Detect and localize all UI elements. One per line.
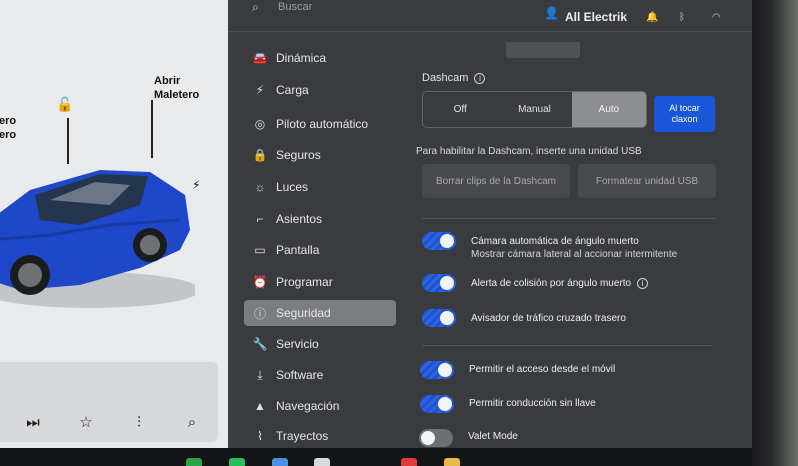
toggle-keyless-drive[interactable]: [420, 395, 454, 413]
equalizer-icon[interactable]: ⫶: [125, 411, 153, 433]
dashcam-option-manual[interactable]: Manual: [497, 92, 571, 127]
nav-item-seguridad[interactable]: ⓘ Seguridad: [244, 300, 396, 326]
nav-item-servicio[interactable]: 🔧 Servicio: [244, 331, 396, 357]
scroll-handle[interactable]: [506, 42, 580, 58]
info-icon[interactable]: i: [474, 73, 486, 84]
media-player-bar: ⏭ ☆ ⫶ ⌕: [0, 362, 218, 442]
bolt-icon: ⚡: [255, 83, 265, 97]
blindspot-alert-label: Alerta de colisión por ángulo muerto i: [471, 277, 649, 290]
bell-icon[interactable]: 🔔: [646, 12, 658, 23]
info-icon[interactable]: i: [637, 278, 649, 289]
open-trunk-label[interactable]: Abrir Maletero: [154, 74, 199, 102]
mobile-access-label: Permitir el acceso desde el móvil: [469, 364, 616, 375]
bottom-dock: [0, 448, 752, 466]
steering-wheel-icon: ◎: [254, 117, 266, 131]
navigation-arrow-icon: ▲: [254, 399, 266, 413]
dashcam-option-off[interactable]: Off: [423, 92, 497, 127]
app-icon[interactable]: [444, 458, 460, 466]
sun-icon: ☼: [254, 180, 266, 194]
alarm-clock-icon: ⏰: [252, 275, 268, 289]
cross-traffic-label: Avisador de tráfico cruzado trasero: [471, 313, 626, 324]
bluetooth-icon[interactable]: ᛒ: [679, 12, 685, 23]
star-icon[interactable]: ☆: [72, 411, 100, 433]
search-icon[interactable]: ⌕: [252, 0, 259, 15]
wifi-icon[interactable]: ◠: [712, 12, 721, 23]
calendar-icon[interactable]: [401, 458, 417, 466]
seat-icon: ⌐: [256, 212, 264, 226]
wrench-icon: 🔧: [252, 337, 268, 351]
screen-bezel: [752, 0, 798, 466]
download-icon: ⤓: [257, 367, 263, 382]
trips-icon: ⌇: [257, 429, 263, 443]
nav-item-piloto-automatico[interactable]: ◎ Piloto automático: [244, 111, 396, 137]
toggle-valet-mode[interactable]: [419, 429, 453, 447]
user-icon[interactable]: 👤: [544, 6, 559, 20]
section-divider: [422, 345, 712, 346]
spotify-icon[interactable]: [229, 458, 245, 466]
info-circle-icon: ⓘ: [253, 306, 266, 321]
nav-item-pantalla[interactable]: ▭ Pantalla: [244, 237, 396, 263]
user-profile-name[interactable]: All Electrik: [565, 10, 627, 24]
settings-panel: ⌕ Buscar 👤 All Electrik 🔔 ᛒ ◠ 🚘 Dinámica …: [228, 0, 752, 448]
usb-note: Para habilitar la Dashcam, inserte una u…: [416, 146, 642, 157]
nav-item-software[interactable]: ⤓ Software: [244, 362, 396, 388]
app-icon[interactable]: [314, 458, 330, 466]
lock-label[interactable]: ero ero: [0, 114, 16, 142]
valet-mode-label: Valet Mode: [468, 431, 518, 442]
toggle-mobile-access[interactable]: [420, 361, 454, 379]
unlock-icon[interactable]: 🔓: [56, 96, 73, 113]
display-icon: ▭: [254, 243, 266, 257]
nav-item-carga[interactable]: ⚡ Carga: [244, 77, 396, 103]
toggle-blindspot-alert[interactable]: [422, 274, 456, 292]
nav-item-programar[interactable]: ⏰ Programar: [244, 269, 396, 295]
toggle-cross-traffic[interactable]: [422, 309, 456, 327]
nav-item-luces[interactable]: ☼ Luces: [244, 174, 396, 200]
honk-save-button[interactable]: Al tocar claxon: [654, 96, 715, 132]
app-icon[interactable]: [272, 458, 288, 466]
nav-item-trayectos[interactable]: ⌇ Trayectos: [244, 423, 396, 449]
keyless-drive-label: Permitir conducción sin llave: [469, 398, 596, 409]
search-input[interactable]: Buscar: [278, 1, 312, 13]
lock-icon: 🔒: [252, 148, 268, 162]
blindspot-camera-label: Cámara automática de ángulo muerto: [471, 236, 639, 247]
dashcam-heading: Dashcam i: [422, 72, 486, 84]
format-usb-button[interactable]: Formatear unidad USB: [578, 164, 716, 198]
dashcam-option-auto[interactable]: Auto: [571, 92, 646, 127]
search-icon[interactable]: ⌕: [178, 411, 206, 433]
phone-icon[interactable]: [186, 458, 202, 466]
car-model-3-image: [0, 170, 195, 308]
section-divider: [422, 218, 716, 219]
nav-item-asientos[interactable]: ⌐ Asientos: [244, 206, 396, 232]
dashcam-mode-selector: Off Manual Auto: [422, 91, 647, 128]
nav-item-seguros[interactable]: 🔒 Seguros: [244, 142, 396, 168]
delete-clips-button[interactable]: Borrar clips de la Dashcam: [422, 164, 570, 198]
car-icon: 🚘: [252, 51, 268, 65]
toggle-blindspot-camera[interactable]: [422, 232, 456, 250]
top-bar: ⌕ Buscar 👤 All Electrik 🔔 ᛒ ◠: [228, 0, 752, 32]
blindspot-camera-sublabel: Mostrar cámara lateral al accionar inter…: [471, 249, 678, 260]
next-track-icon[interactable]: ⏭: [19, 411, 47, 433]
car-visualization-panel: ero ero 🔓 Abrir Maletero ⚡ ⏭ ☆ ⫶ ⌕: [0, 0, 228, 448]
nav-item-dinamica[interactable]: 🚘 Dinámica: [244, 45, 396, 71]
nav-item-navegacion[interactable]: ▲ Navegación: [244, 393, 396, 419]
